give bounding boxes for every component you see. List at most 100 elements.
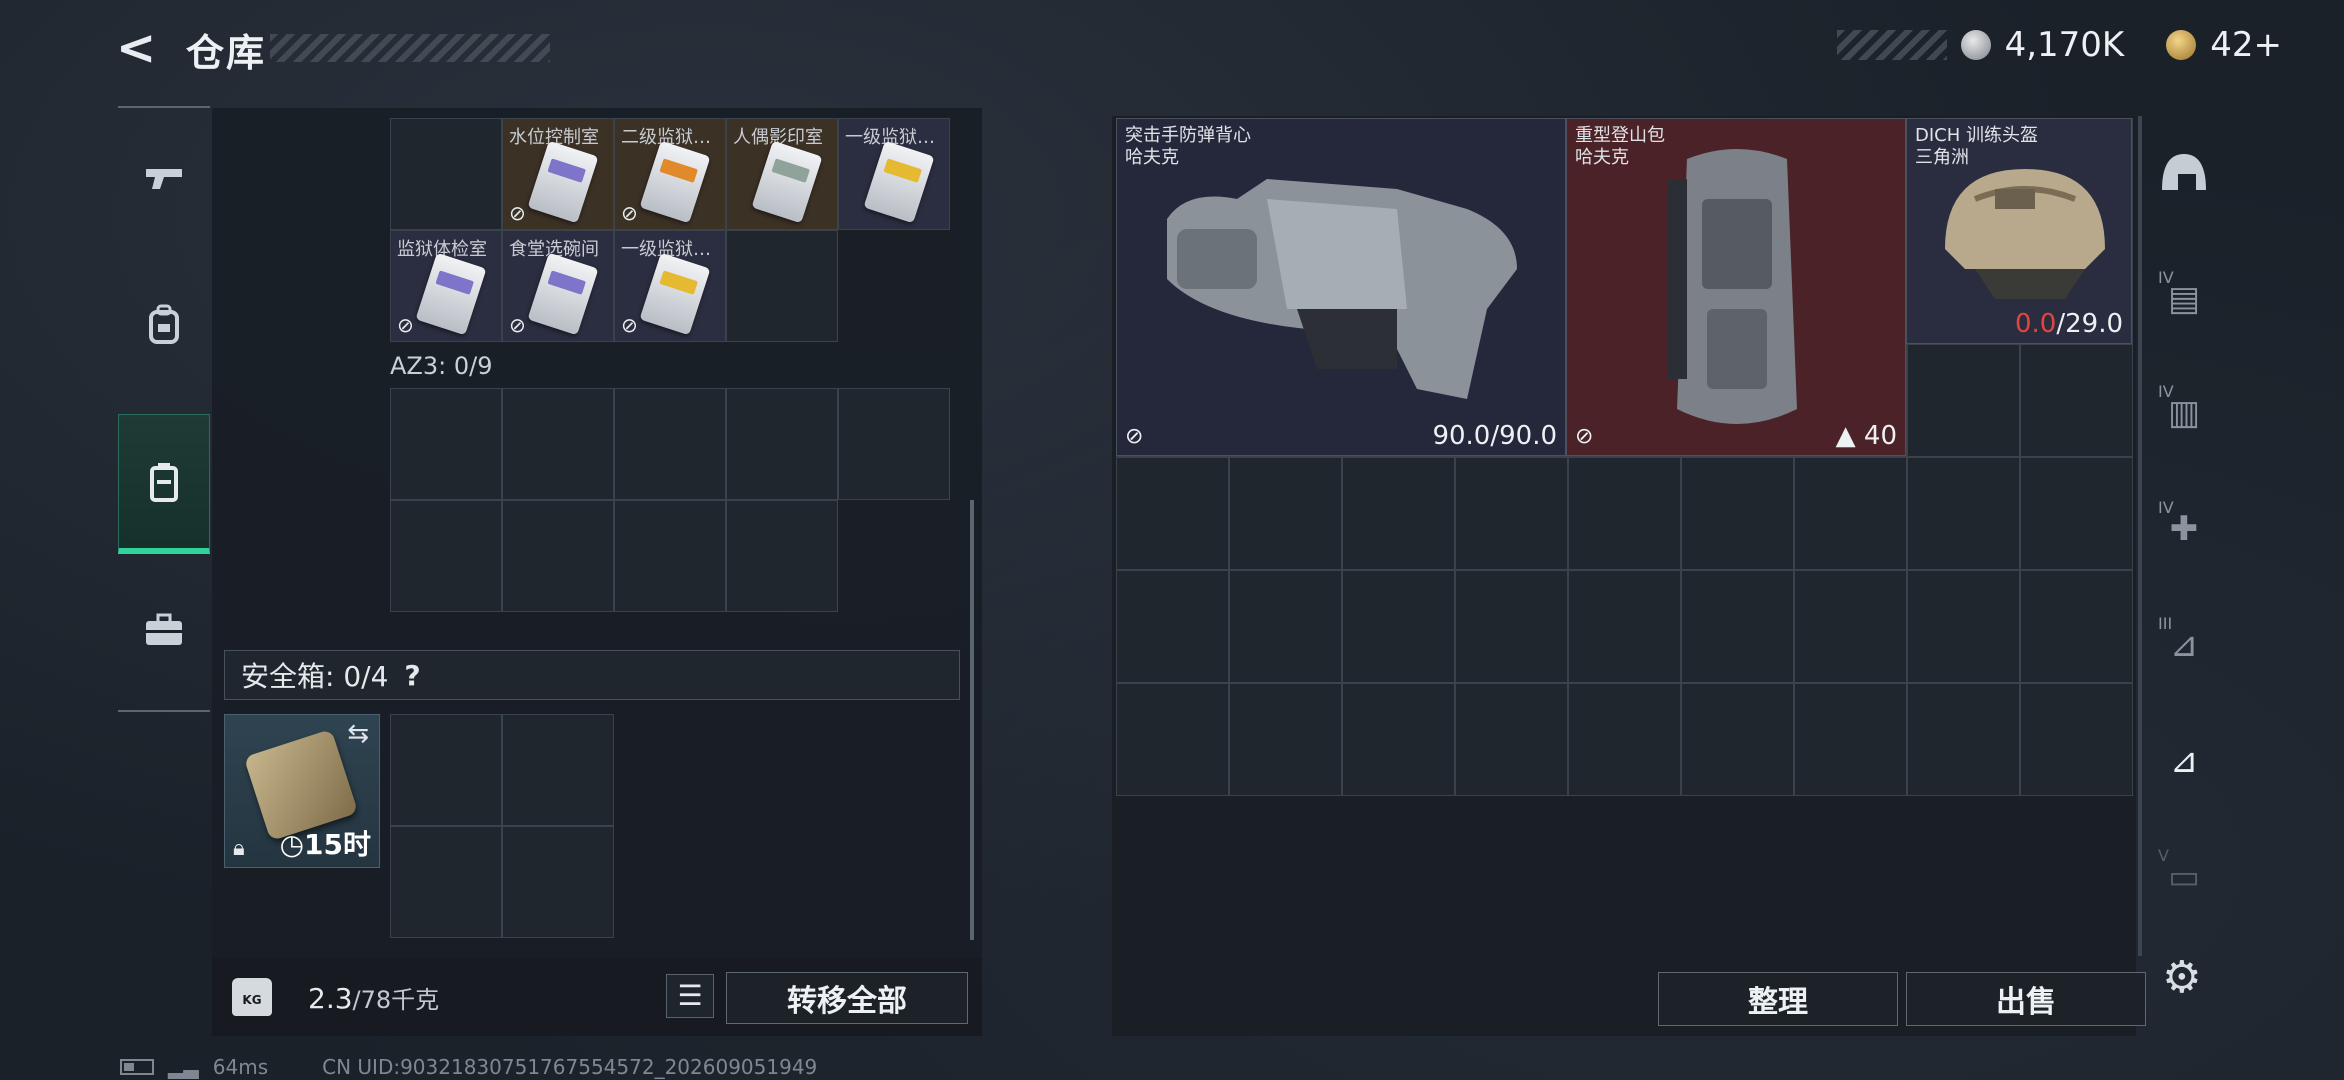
equipment-slot[interactable]: [1907, 570, 2020, 683]
lock-icon: 🔒︎: [233, 836, 245, 861]
equipment-slot[interactable]: [1681, 683, 1794, 796]
iv-armor-icon[interactable]: IV ▤: [2146, 264, 2222, 334]
equipment-slot[interactable]: [1455, 570, 1568, 683]
equipment-slot[interactable]: [1342, 683, 1455, 796]
container-slot[interactable]: [726, 500, 838, 612]
no-drop-icon: ⊘: [621, 313, 638, 337]
equipment-slot[interactable]: [1794, 457, 1907, 570]
keycard-item[interactable]: 水位控制室 ⊘: [502, 118, 614, 230]
equipment-slot[interactable]: [1907, 344, 2020, 457]
keycard-item[interactable]: 二级监狱… ⊘: [614, 118, 726, 230]
container-slot[interactable]: [390, 500, 502, 612]
equipment-slot[interactable]: [2020, 570, 2133, 683]
equipment-slot[interactable]: [1794, 683, 1907, 796]
keycard-active-icon[interactable]: ⊿: [2146, 726, 2222, 796]
equipment-slot[interactable]: [1342, 570, 1455, 683]
equipment-slot[interactable]: [1681, 570, 1794, 683]
gold-currency-value[interactable]: 42+: [2210, 25, 2282, 65]
container-slot[interactable]: [838, 388, 950, 500]
gold-coin-icon[interactable]: [2166, 30, 2197, 60]
equipment-slot[interactable]: [1229, 457, 1342, 570]
container-slot[interactable]: [502, 388, 614, 500]
battery-icon: [120, 1059, 154, 1075]
currency-decoration: [1836, 30, 1947, 60]
container-slot[interactable]: [614, 388, 726, 500]
equipment-slot[interactable]: [1794, 570, 1907, 683]
helmet-slot-icon[interactable]: [2146, 148, 2222, 218]
keycard-icon: [415, 252, 487, 336]
equipment-slot[interactable]: [1455, 457, 1568, 570]
keycard-item[interactable]: 食堂选碗间 ⊘: [502, 230, 614, 342]
equipment-slot[interactable]: [2020, 683, 2133, 796]
equipment-slot[interactable]: [1229, 570, 1342, 683]
keycard-item[interactable]: 人偶影印室: [726, 118, 838, 230]
signal-icon: ▂▃: [168, 1055, 199, 1079]
safe-box-slot[interactable]: [390, 826, 502, 938]
container-slot[interactable]: [390, 388, 502, 500]
equipment-slot[interactable]: [1907, 683, 2020, 796]
right-rail: IV ▤ IV ▥ IV ✚ III ⊿ ⊿ V ▭: [2146, 116, 2222, 1036]
vest-icon[interactable]: [118, 414, 210, 554]
back-arrow-icon[interactable]: <: [116, 22, 162, 74]
sell-button[interactable]: 出售: [1906, 972, 2146, 1026]
equipment-slot[interactable]: [2020, 457, 2133, 570]
container-slot[interactable]: [502, 500, 614, 612]
gear-icon[interactable]: ⚙: [2162, 952, 2201, 1003]
keycard-slot[interactable]: [726, 230, 838, 342]
user-id: CN UID:903218307517675545​72_20260905194…: [322, 1055, 818, 1079]
safe-box-slot[interactable]: [390, 714, 502, 826]
rail-tag: IV: [2158, 498, 2174, 517]
az3-capacity-label: AZ3: 0/9: [390, 352, 493, 380]
keycard-item[interactable]: 监狱体检室 ⊘: [390, 230, 502, 342]
equipment-slot[interactable]: [1229, 683, 1342, 796]
no-drop-icon: ⊘: [621, 201, 638, 225]
equipment-slot[interactable]: [1455, 683, 1568, 796]
equipment-slot[interactable]: [2020, 344, 2133, 457]
safe-box-slot[interactable]: [502, 826, 614, 938]
rail-tag: V: [2158, 846, 2169, 865]
vest-item[interactable]: 突击手防弹背心 哈夫克 ⊘ 90.0/90.0: [1116, 118, 1566, 456]
equipment-slot[interactable]: [1681, 457, 1794, 570]
status-bar: ▂▃ 64ms CN UID:903218307517675545​72_202…: [120, 1055, 818, 1079]
equipment-slot[interactable]: [1907, 457, 2020, 570]
backpack-brand: 哈夫克: [1575, 147, 1629, 168]
container-slot[interactable]: [726, 388, 838, 500]
helmet-durability: 0.0/29.0: [2015, 309, 2123, 339]
equipment-slot[interactable]: [1116, 570, 1229, 683]
weight-icon: KG: [232, 978, 272, 1016]
safe-box-header: 安全箱: 0/4 ?: [224, 650, 960, 700]
gun-icon[interactable]: [118, 108, 210, 248]
equipment-slot[interactable]: [1568, 570, 1681, 683]
list-icon[interactable]: ☰: [666, 974, 714, 1018]
weight-capacity: /78千克: [352, 986, 440, 1014]
helmet-durability-max: /29.0: [2056, 309, 2123, 339]
safe-box-item[interactable]: ⇆ 🔒︎ ◷15时: [224, 714, 380, 868]
transfer-all-button[interactable]: 转移全部: [726, 972, 968, 1024]
equipment-slot[interactable]: [1116, 683, 1229, 796]
keycard-icon: [639, 140, 711, 224]
iii-card-icon[interactable]: III ⊿: [2146, 610, 2222, 680]
equipment-slot[interactable]: [1342, 457, 1455, 570]
safe-box-slot[interactable]: [502, 714, 614, 826]
backpack-capacity-value: 40: [1863, 421, 1897, 451]
vest-image: [1167, 179, 1517, 399]
iv-ammo-icon[interactable]: IV ▥: [2146, 378, 2222, 448]
backpack-icon[interactable]: [118, 254, 210, 394]
container-slot[interactable]: [614, 500, 726, 612]
organize-button[interactable]: 整理: [1658, 972, 1898, 1026]
backpack-item[interactable]: 重型登山包 哈夫克 ⊘ ▲ 40: [1566, 118, 1906, 456]
v-cash-icon[interactable]: V ▭: [2146, 842, 2222, 912]
helmet-image: [1945, 169, 2105, 299]
equipment-slot[interactable]: [1568, 457, 1681, 570]
helmet-item[interactable]: DICH 训练头盔 三角洲 0.0/29.0: [1906, 118, 2132, 344]
iv-medkit-icon[interactable]: IV ✚: [2146, 494, 2222, 564]
equipment-slot[interactable]: [1568, 683, 1681, 796]
help-icon[interactable]: ?: [404, 659, 420, 692]
keycard-item[interactable]: 一级监狱… ⊘: [614, 230, 726, 342]
keycard-slot[interactable]: [390, 118, 502, 230]
briefcase-icon[interactable]: [118, 560, 210, 700]
keycard-item[interactable]: 一级监狱…: [838, 118, 950, 230]
equipment-slot[interactable]: [1116, 457, 1229, 570]
inventory-scrollbar[interactable]: [970, 500, 974, 940]
swap-icon[interactable]: ⇆: [347, 719, 369, 749]
